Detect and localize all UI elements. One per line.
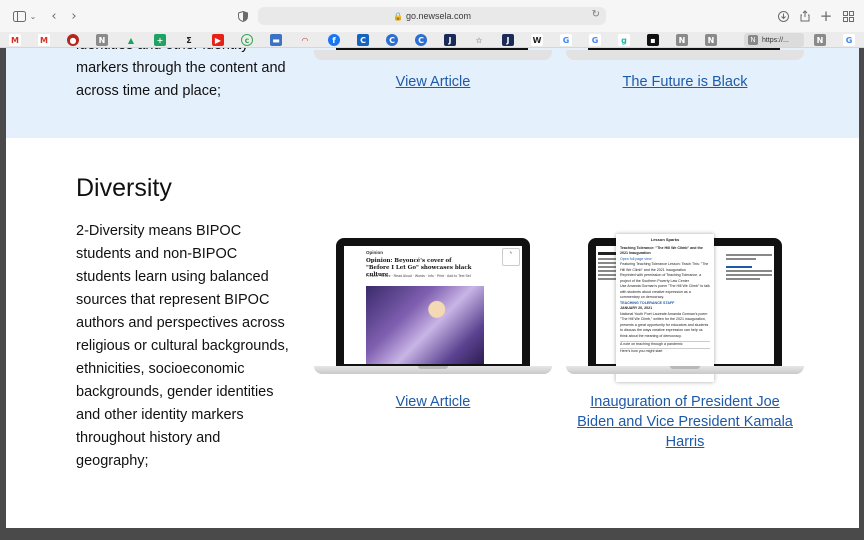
pinned-site-icon[interactable]: ◠ <box>299 34 311 46</box>
google-icon[interactable]: G <box>843 34 855 46</box>
sidebar-toggle-icon[interactable] <box>12 8 26 24</box>
lesson-sidebar <box>726 252 772 352</box>
annotation-icon: ✎ <box>502 248 520 266</box>
inauguration-link[interactable]: Inauguration of President Joe Biden and … <box>572 392 798 452</box>
newsela-icon[interactable]: N <box>705 34 717 46</box>
lock-icon: 🔒 <box>392 11 403 21</box>
jstor-icon[interactable]: J <box>502 34 514 46</box>
lesson-sparks-panel: Lesson Sparks Teaching Tolerance: "The H… <box>616 234 714 382</box>
privacy-shield-icon[interactable] <box>237 8 249 24</box>
page-content: identities and other identity markers th… <box>6 48 859 528</box>
active-tab-label: https://... <box>762 36 789 44</box>
gmail-icon[interactable]: M <box>38 34 50 46</box>
google-sheets-icon[interactable]: + <box>154 34 166 46</box>
lesson-featuring: Featuring Teaching Tolerance Lesson: Tea… <box>620 262 709 272</box>
pinned-site-icon[interactable]: C <box>386 34 398 46</box>
laptop-base <box>314 50 552 60</box>
pinned-site-icon[interactable]: Σ <box>183 34 195 46</box>
bookmark-star-icon[interactable]: ☆ <box>473 34 485 46</box>
lesson-use: Use Amanda Gorman's poem "The Hill We Cl… <box>620 284 710 299</box>
facebook-icon[interactable]: f <box>328 34 340 46</box>
wikipedia-icon[interactable]: W <box>531 34 543 46</box>
newsela-icon: N <box>748 35 758 45</box>
lesson-paragraph: National Youth Poet Laureate Amanda Gorm… <box>620 311 709 338</box>
active-pinned-tab[interactable]: N https://... <box>744 33 804 47</box>
forward-icon[interactable]: › <box>68 8 80 24</box>
view-article-link[interactable]: View Article <box>314 392 552 412</box>
back-icon[interactable]: ‹ <box>48 8 60 24</box>
newsela-icon[interactable]: N <box>814 34 826 46</box>
pinned-site-icon[interactable]: ▪ <box>647 34 659 46</box>
pinned-site-icon[interactable]: g <box>618 34 630 46</box>
lesson-headline: Teaching Tolerance: "The Hill We Climb" … <box>620 245 703 256</box>
share-icon[interactable] <box>799 8 811 24</box>
url-text: go.newsela.com <box>405 11 471 21</box>
newsela-icon[interactable]: N <box>96 34 108 46</box>
chevron-down-icon[interactable]: ⌄ <box>29 8 37 24</box>
pocket-icon[interactable]: ● <box>67 34 79 46</box>
google-icon[interactable]: G <box>560 34 572 46</box>
section-body-text: 2-Diversity means BIPOC students and non… <box>76 223 289 469</box>
laptop-notch <box>418 366 448 369</box>
article-preview: Opinion Opinion: Beyoncé's cover of "Bef… <box>344 246 522 364</box>
view-article-link[interactable]: View Article <box>314 72 552 92</box>
pinned-site-icon[interactable]: C <box>415 34 427 46</box>
section-heading: Diversity <box>76 174 172 202</box>
lesson-reprinted: Reprinted with permission of Teaching To… <box>620 273 702 283</box>
tab-overview-icon[interactable] <box>842 8 854 24</box>
lesson-preview-laptop[interactable]: Lesson Sparks Teaching Tolerance: "The H… <box>566 234 804 382</box>
downloads-icon[interactable] <box>777 8 789 24</box>
laptop-notch <box>670 366 700 369</box>
previous-section-text: identities and other identity markers th… <box>76 48 286 99</box>
lesson-panel-title: Lesson Sparks <box>650 237 680 242</box>
youtube-icon[interactable]: ▶ <box>212 34 224 46</box>
google-drive-icon[interactable]: ▲ <box>125 34 137 46</box>
pinned-site-icon[interactable]: c <box>241 34 253 46</box>
new-tab-icon[interactable]: + <box>820 7 833 25</box>
gmail-icon[interactable]: M <box>9 34 21 46</box>
lesson-row-2: Here's how you might start <box>620 347 710 355</box>
laptop-base <box>566 50 804 60</box>
favorites-bar: M M ● N ▲ + Σ ▶ c ▬ ◠ f C C C J ☆ J W G … <box>0 32 864 48</box>
pinned-site-icon[interactable]: ▬ <box>270 34 282 46</box>
address-bar[interactable]: 🔒 go.newsela.com ↻ <box>258 7 606 25</box>
newsela-icon[interactable]: N <box>676 34 688 46</box>
pinned-site-icon[interactable]: C <box>357 34 369 46</box>
reload-icon[interactable]: ↻ <box>592 9 600 20</box>
article-preview-laptop[interactable]: Opinion Opinion: Beyoncé's cover of "Bef… <box>314 238 552 378</box>
browser-toolbar: ⌄ ‹ › 🔒 go.newsela.com ↻ + <box>0 0 864 32</box>
article-toolbar: Present · Share · Read Aloud · Words · I… <box>366 274 471 278</box>
future-is-black-link[interactable]: The Future is Black <box>566 72 804 92</box>
article-photo <box>366 286 484 364</box>
google-icon[interactable]: G <box>589 34 601 46</box>
laptop-screen: Opinion Opinion: Beyoncé's cover of "Bef… <box>336 238 530 368</box>
article-label: Opinion <box>366 250 383 255</box>
laptop-screen: Lesson Sparks Teaching Tolerance: "The H… <box>588 234 782 382</box>
jstor-icon[interactable]: J <box>444 34 456 46</box>
